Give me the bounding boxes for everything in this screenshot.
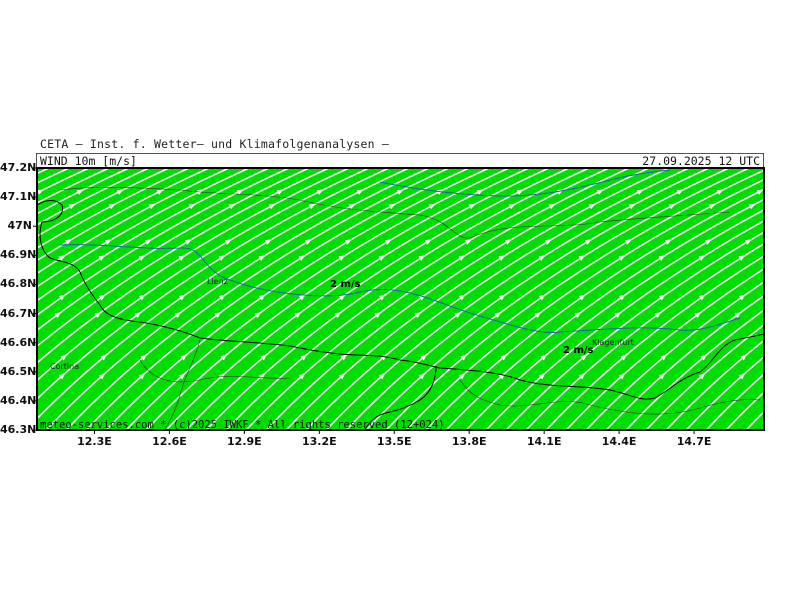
lat-tick-label: 47.1N bbox=[0, 190, 37, 204]
lat-tick-label: 47.2N bbox=[0, 161, 37, 174]
wind-map bbox=[19, 167, 800, 434]
lat-tick-label: 46.8N bbox=[0, 277, 37, 291]
streamline-arrow bbox=[797, 187, 800, 195]
lat-tick-label: 46.3N bbox=[0, 423, 37, 436]
town-label-klagenfurt: Klagenfurt bbox=[592, 338, 634, 347]
streamline-arrow bbox=[780, 352, 788, 360]
lat-tick-label: 46.4N bbox=[0, 393, 37, 407]
lon-tick-label: 14.1E bbox=[526, 435, 562, 448]
contour-label: 2 m/s bbox=[330, 279, 361, 290]
streamline-arrow bbox=[785, 237, 793, 245]
town-label-lienz: Lienz bbox=[207, 277, 228, 286]
streamline-arrow bbox=[778, 253, 786, 261]
streamline-arrow bbox=[774, 310, 782, 318]
lat-tick-label: 46.9N bbox=[0, 248, 37, 262]
lon-tick-label: 14.7E bbox=[676, 435, 712, 448]
streamline-arrow bbox=[25, 237, 33, 245]
streamline-arrow bbox=[779, 292, 787, 300]
lat-tick-label: 46.6N bbox=[0, 335, 37, 349]
town-label-cortina: Cortina bbox=[50, 362, 80, 371]
streamline-arrow bbox=[789, 201, 797, 209]
lon-tick-label: 12.3E bbox=[77, 435, 112, 448]
streamline-arrow bbox=[779, 371, 787, 379]
lon-tick-label: 12.6E bbox=[152, 435, 187, 448]
lon-tick-label: 13.8E bbox=[451, 435, 487, 448]
lon-tick-label: 13.5E bbox=[376, 435, 412, 448]
streamline-arrow bbox=[20, 352, 28, 360]
lon-tick-label: 13.2E bbox=[301, 435, 337, 448]
lat-tick-label: 46.5N bbox=[0, 364, 37, 378]
lon-tick-label: 12.9E bbox=[227, 435, 262, 448]
contour-label: 2 m/s bbox=[563, 345, 594, 356]
lat-tick-label: 47N bbox=[7, 219, 32, 233]
streamline-arrow bbox=[19, 292, 27, 300]
credit-line: meteo-services.com * (c)2025 IWKF * All … bbox=[40, 419, 445, 431]
lat-tick-label: 46.7N bbox=[0, 306, 37, 320]
lon-tick-label: 14.4E bbox=[601, 435, 637, 448]
